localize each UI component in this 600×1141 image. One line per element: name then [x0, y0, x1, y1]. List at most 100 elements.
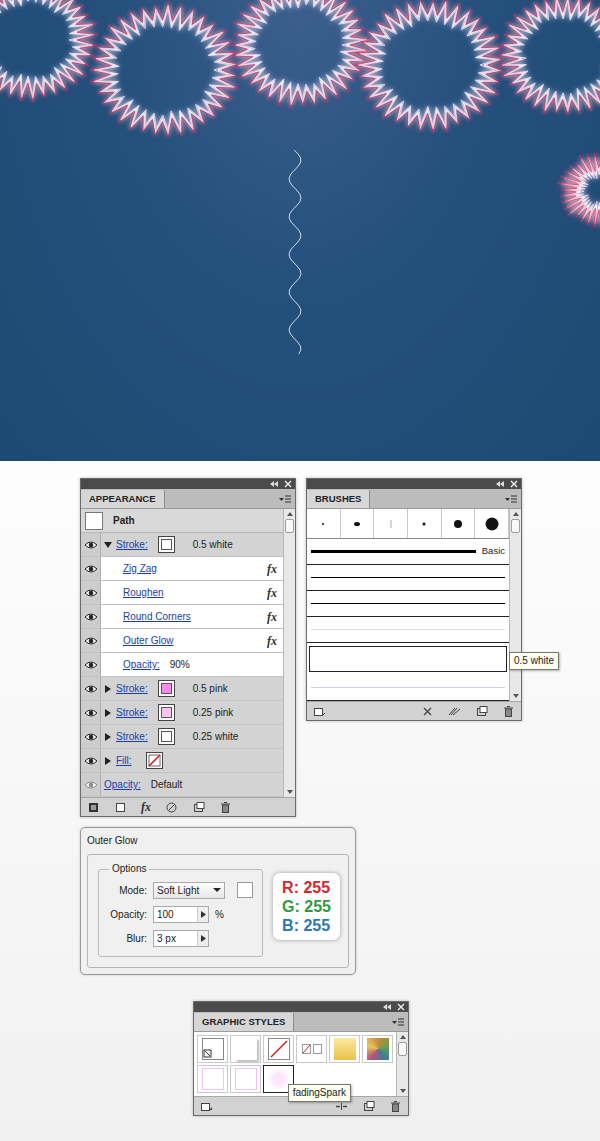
collapse-icon[interactable]	[387, 1004, 391, 1010]
attribute-link[interactable]: Roughen	[123, 585, 164, 600]
library-icon[interactable]	[200, 1100, 213, 1113]
no-fill-icon[interactable]	[146, 752, 163, 769]
eye-icon[interactable]	[84, 780, 98, 790]
eye-icon[interactable]	[84, 588, 98, 598]
trash-icon[interactable]	[219, 801, 232, 814]
panel-menu-icon[interactable]	[505, 495, 517, 503]
remove-stroke-icon[interactable]	[424, 708, 431, 715]
scroll-up-icon[interactable]	[512, 511, 520, 517]
close-icon[interactable]	[285, 481, 291, 487]
eye-icon[interactable]	[84, 636, 98, 646]
spinner[interactable]	[197, 931, 208, 946]
panel-menu-icon[interactable]	[398, 1019, 404, 1025]
brush-row[interactable]	[307, 591, 509, 617]
style-swatch[interactable]	[296, 1035, 327, 1063]
scroll-up-icon[interactable]	[513, 512, 519, 516]
brush-tip-icon[interactable]	[390, 520, 391, 528]
spinner-icon[interactable]	[201, 935, 206, 942]
brush-tip-icon[interactable]	[315, 516, 331, 532]
fx-icon[interactable]: fx	[267, 584, 277, 602]
remove-stroke-icon[interactable]	[421, 705, 434, 718]
eye-icon[interactable]	[85, 614, 97, 620]
scroll-up-icon[interactable]	[512, 511, 520, 517]
trash-icon[interactable]	[502, 705, 515, 718]
visibility-toggle[interactable]	[81, 653, 101, 676]
duplicate-icon[interactable]	[192, 801, 205, 814]
duplicate-icon[interactable]	[475, 705, 488, 718]
style-swatch[interactable]	[230, 1035, 261, 1063]
close-icon[interactable]	[397, 1003, 405, 1011]
disclosure-icon[interactable]	[104, 733, 112, 741]
collapse-icon[interactable]	[380, 1003, 392, 1011]
style-swatch[interactable]	[197, 1065, 228, 1093]
close-icon[interactable]	[510, 480, 518, 488]
brush-tip-icon[interactable]	[315, 516, 331, 532]
dropdown-icon[interactable]	[213, 888, 221, 892]
eye-icon[interactable]	[85, 734, 97, 740]
disclosure-icon[interactable]	[104, 757, 112, 765]
panel-menu-icon[interactable]	[279, 495, 291, 503]
scrollbar[interactable]	[509, 509, 521, 701]
panel-menu[interactable]	[279, 495, 295, 508]
eye-icon[interactable]	[85, 566, 97, 572]
scroll-down-icon[interactable]	[512, 693, 520, 699]
disclosure-icon[interactable]	[104, 685, 112, 693]
appearance-row[interactable]: Outer Glowfx	[81, 629, 283, 653]
eye-icon[interactable]	[88, 710, 93, 715]
brush-tip-icon[interactable]	[423, 522, 426, 525]
visibility-toggle[interactable]	[81, 701, 101, 724]
appearance-row[interactable]: Stroke:0.5 pink	[81, 677, 283, 701]
scroll-down-icon[interactable]	[399, 1088, 407, 1094]
no-fill-icon[interactable]	[149, 755, 160, 766]
spinner-icon[interactable]	[201, 911, 206, 918]
style-swatch[interactable]	[329, 1035, 360, 1063]
close-icon[interactable]	[510, 480, 518, 488]
disclosure-icon[interactable]	[105, 685, 111, 693]
brush-tip-icon[interactable]	[349, 516, 365, 532]
spinner-icon[interactable]	[201, 935, 206, 942]
brush-tip-icon[interactable]	[383, 516, 399, 532]
brush-tip-icon[interactable]	[383, 516, 399, 532]
library-icon[interactable]	[200, 1100, 213, 1113]
appearance-row[interactable]: Stroke:0.25 white	[81, 725, 283, 749]
new-item-icon[interactable]	[114, 801, 127, 814]
attribute-link[interactable]: Opacity:	[123, 657, 160, 672]
mode-select[interactable]: Soft Light	[153, 882, 225, 899]
field-value[interactable]: 3 px	[157, 931, 176, 946]
reduce-icon[interactable]	[165, 801, 178, 814]
visibility-toggle[interactable]	[81, 581, 101, 604]
style-swatch[interactable]: fadingSpark	[263, 1065, 294, 1093]
close-icon[interactable]	[284, 480, 292, 488]
eye-icon[interactable]	[84, 564, 98, 574]
eye-icon[interactable]	[85, 542, 97, 548]
appearance-row[interactable]: Roughen fx	[81, 581, 283, 605]
scrollbar-thumb[interactable]	[511, 519, 520, 533]
brush-tip-icon[interactable]	[454, 520, 462, 528]
clear-appearance-icon[interactable]	[91, 805, 96, 810]
eye-icon[interactable]	[88, 566, 93, 571]
eye-icon[interactable]	[84, 588, 98, 598]
collapse-icon[interactable]	[274, 481, 278, 487]
style-swatch[interactable]	[362, 1035, 393, 1063]
brush-row[interactable]	[307, 565, 509, 591]
stroke-swatch[interactable]	[158, 536, 175, 553]
eye-icon[interactable]	[84, 684, 98, 694]
eye-icon[interactable]	[88, 638, 93, 643]
brush-tip-icon[interactable]	[416, 516, 432, 532]
disclosure-icon[interactable]	[104, 541, 112, 549]
brush-cell[interactable]	[442, 509, 476, 538]
eye-icon[interactable]	[85, 662, 97, 668]
scroll-down-icon[interactable]	[286, 789, 294, 795]
trash-icon[interactable]	[389, 1100, 402, 1113]
dropdown-icon[interactable]	[213, 887, 221, 893]
panel-menu[interactable]	[505, 495, 521, 508]
brush-row[interactable]	[307, 675, 509, 701]
brush-row[interactable]	[307, 617, 509, 643]
eye-icon[interactable]	[84, 636, 98, 646]
collapse-icon[interactable]	[270, 481, 274, 487]
panel-menu-icon[interactable]	[279, 495, 291, 503]
reduce-icon[interactable]	[167, 803, 176, 812]
duplicate-icon[interactable]	[475, 705, 488, 718]
disclosure-icon[interactable]	[105, 733, 111, 741]
trash-icon[interactable]	[223, 805, 229, 813]
